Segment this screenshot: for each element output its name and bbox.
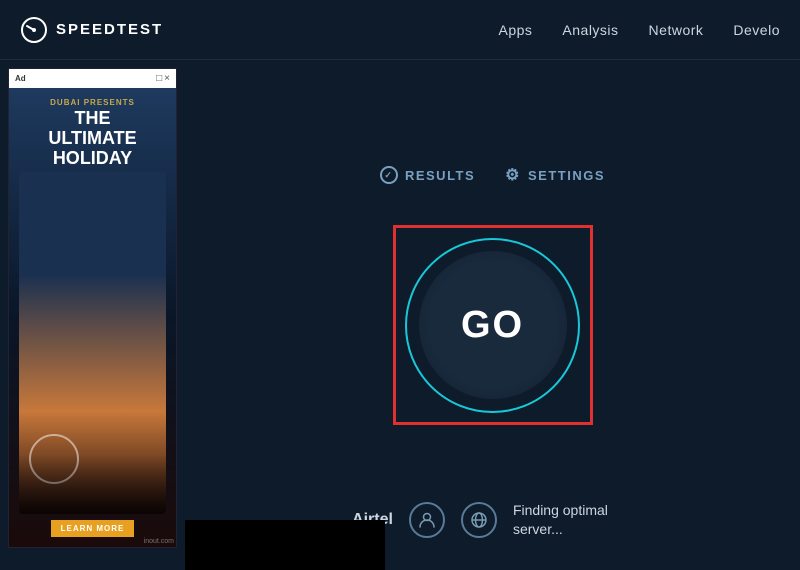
top-links: ✓ RESULTS ⚙ SETTINGS [380, 165, 605, 185]
main-nav: Apps Analysis Network Develo [498, 22, 780, 38]
nav-apps[interactable]: Apps [498, 22, 532, 38]
header: SPEEDTEST Apps Analysis Network Develo [0, 0, 800, 60]
ad-top-bar: Ad □ × [9, 69, 176, 88]
main-content: Ad □ × DUBAI PRESENTS THE ULTIMATE HOLID… [0, 60, 800, 570]
ad-close-icon[interactable]: × [164, 73, 170, 84]
center-panel: ✓ RESULTS ⚙ SETTINGS GO Airtel [185, 60, 800, 570]
ad-close-icons: □ × [156, 73, 170, 84]
logo-area: SPEEDTEST [20, 16, 163, 44]
ad-learn-more-button[interactable]: LEARN MORE [51, 520, 135, 537]
user-icon[interactable] [409, 502, 445, 538]
logo-text: SPEEDTEST [56, 21, 163, 38]
go-circle-outer: GO [405, 238, 580, 413]
nav-network[interactable]: Network [649, 22, 704, 38]
settings-link[interactable]: ⚙ SETTINGS [505, 165, 605, 185]
ad-title: THE ULTIMATE HOLIDAY [48, 109, 136, 168]
results-label: RESULTS [405, 168, 475, 183]
ad-people-silhouette [19, 454, 166, 514]
black-box [185, 520, 385, 570]
go-button[interactable]: GO [419, 251, 567, 399]
nav-analysis[interactable]: Analysis [562, 22, 618, 38]
go-button-wrapper: GO [393, 225, 593, 425]
nav-develo[interactable]: Develo [733, 22, 780, 38]
bottom-bar: Airtel Finding optimal server... [352, 501, 633, 540]
globe-icon[interactable] [461, 502, 497, 538]
ad-panel: Ad □ × DUBAI PRESENTS THE ULTIMATE HOLID… [0, 60, 185, 570]
ad-header-text: DUBAI PRESENTS [50, 98, 135, 107]
results-link[interactable]: ✓ RESULTS [380, 165, 475, 185]
ad-watermark: inout.com [144, 538, 174, 545]
settings-gear-icon: ⚙ [505, 165, 521, 185]
ad-image [19, 172, 166, 514]
results-check-icon: ✓ [380, 166, 398, 184]
ad-minimize-icon[interactable]: □ [156, 73, 162, 84]
ad-title-line3: HOLIDAY [48, 149, 136, 169]
speedtest-logo-icon [20, 16, 48, 44]
go-label: GO [461, 304, 524, 347]
settings-label: SETTINGS [528, 168, 605, 183]
ad-box: Ad □ × DUBAI PRESENTS THE ULTIMATE HOLID… [8, 68, 177, 548]
ad-title-line2: ULTIMATE [48, 129, 136, 149]
ad-top-label: Ad [15, 74, 26, 83]
ad-title-line1: THE [48, 109, 136, 129]
finding-server-text: Finding optimal server... [513, 501, 633, 540]
ad-content: DUBAI PRESENTS THE ULTIMATE HOLIDAY LEAR… [9, 88, 176, 547]
